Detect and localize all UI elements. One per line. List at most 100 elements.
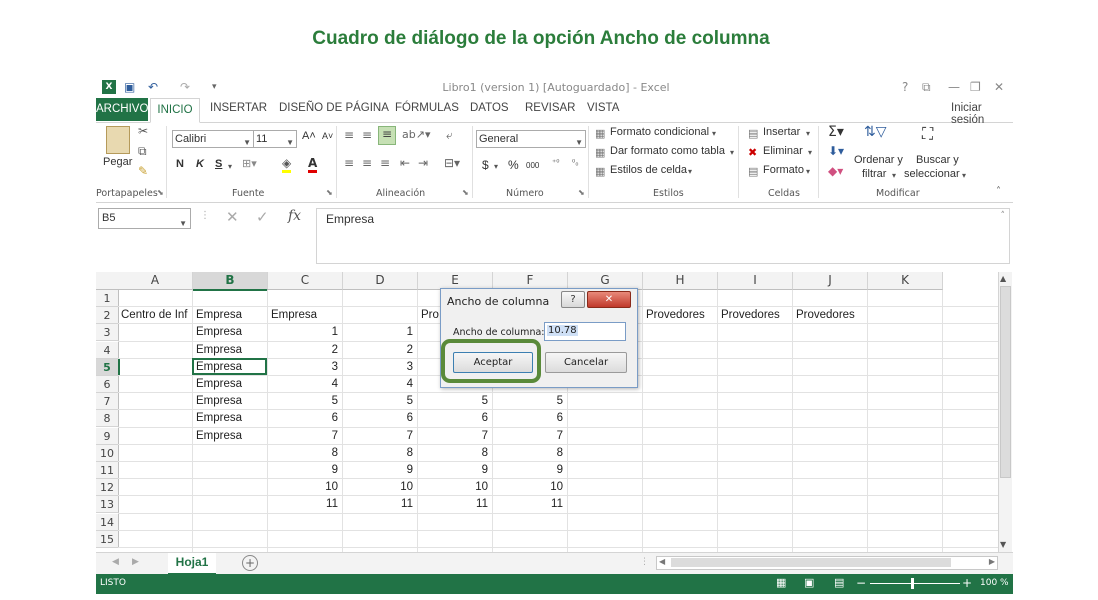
row-header-9[interactable]: 9: [96, 427, 119, 445]
tab-formulas[interactable]: FÓRMULAS: [395, 102, 459, 114]
number-format-select[interactable]: General ▼: [476, 130, 586, 148]
cell-d13[interactable]: 11: [346, 496, 413, 513]
cancel-button[interactable]: Cancelar: [545, 352, 627, 373]
autosum-icon[interactable]: Σ▾: [828, 124, 844, 140]
row-header-5[interactable]: 5: [96, 358, 120, 376]
cell-e7[interactable]: 5: [421, 393, 488, 410]
fill-color-icon[interactable]: ◈: [282, 156, 292, 173]
sort-filter-label-1[interactable]: Ordenar y: [854, 154, 903, 166]
chevron-down-icon[interactable]: ▾: [806, 129, 810, 138]
column-header-d[interactable]: D: [343, 272, 418, 290]
column-header-k[interactable]: K: [868, 272, 943, 290]
copy-icon[interactable]: ⧉: [138, 144, 147, 159]
percent-button[interactable]: %: [508, 158, 519, 172]
chevron-down-icon[interactable]: ▾: [892, 171, 896, 180]
currency-button[interactable]: $: [482, 158, 489, 172]
add-sheet-button[interactable]: +: [242, 555, 258, 571]
font-color-icon[interactable]: A: [308, 156, 318, 173]
select-all-corner[interactable]: [96, 272, 119, 290]
chevron-down-icon[interactable]: ▾: [688, 167, 692, 176]
active-cell-outline[interactable]: [192, 357, 267, 375]
launcher-icon[interactable]: ⬊: [578, 188, 585, 197]
cell-j2[interactable]: Provedores: [796, 307, 863, 324]
cell-b2[interactable]: Empresa: [196, 307, 263, 324]
name-box[interactable]: B5 ▼: [98, 208, 191, 229]
align-middle-icon[interactable]: ≡: [362, 128, 372, 142]
cell-a2[interactable]: Centro de Info: [121, 307, 188, 324]
thousands-button[interactable]: 000: [526, 161, 539, 170]
zoom-slider-thumb[interactable]: [911, 578, 914, 589]
row-header-4[interactable]: 4: [96, 341, 119, 359]
column-header-i[interactable]: I: [718, 272, 793, 290]
cell-styles-button[interactable]: Estilos de celda: [610, 164, 687, 176]
tab-inicio[interactable]: INICIO: [150, 98, 200, 123]
row-header-13[interactable]: 13: [96, 496, 119, 514]
cell-i2[interactable]: Provedores: [721, 307, 788, 324]
ribbon-display-icon[interactable]: ⧉: [922, 80, 931, 95]
row-header-8[interactable]: 8: [96, 410, 119, 428]
row-header-6[interactable]: 6: [96, 376, 119, 393]
zoom-slider[interactable]: [870, 583, 960, 584]
delete-button[interactable]: Eliminar: [763, 145, 803, 157]
cell-e12[interactable]: 10: [421, 479, 488, 496]
cell-f9[interactable]: 7: [496, 428, 563, 445]
cell-f8[interactable]: 6: [496, 410, 563, 427]
sheet-tab-hoja1[interactable]: Hoja1: [168, 553, 216, 575]
dialog-close-button[interactable]: ✕: [587, 291, 631, 308]
row-header-3[interactable]: 3: [96, 324, 119, 342]
cell-c5[interactable]: 3: [271, 359, 338, 376]
cell-c11[interactable]: 9: [271, 462, 338, 479]
column-header-b[interactable]: B: [193, 272, 268, 291]
cell-b3[interactable]: Empresa: [196, 324, 263, 341]
column-header-j[interactable]: J: [793, 272, 868, 290]
decrease-font-icon[interactable]: A˅: [322, 131, 333, 141]
format-painter-icon[interactable]: ✎: [138, 164, 148, 178]
row-header-14[interactable]: 14: [96, 513, 119, 531]
row-header-1[interactable]: 1: [96, 290, 119, 307]
merge-center-icon[interactable]: ⊟▾: [444, 156, 460, 170]
cell-e8[interactable]: 6: [421, 410, 488, 427]
cell-d11[interactable]: 9: [346, 462, 413, 479]
row-header-10[interactable]: 10: [96, 444, 119, 462]
cell-c8[interactable]: 6: [271, 410, 338, 427]
cell-f13[interactable]: 11: [496, 496, 563, 513]
save-icon[interactable]: ▣: [124, 80, 135, 94]
find-select-label-1[interactable]: Buscar y: [916, 154, 959, 166]
chevron-down-icon[interactable]: ▾: [712, 129, 716, 138]
conditional-format-button[interactable]: Formato condicional: [610, 126, 709, 138]
tab-datos[interactable]: DATOS: [470, 102, 509, 114]
cell-d8[interactable]: 6: [346, 410, 413, 427]
cell-d9[interactable]: 7: [346, 428, 413, 445]
cancel-formula-icon[interactable]: ✕: [226, 208, 239, 226]
normal-view-icon[interactable]: ▦: [776, 576, 786, 589]
cell-c3[interactable]: 1: [271, 324, 338, 341]
borders-icon[interactable]: ⊞▾: [242, 157, 257, 170]
column-header-c[interactable]: C: [268, 272, 343, 290]
expand-formula-icon[interactable]: ˄: [1001, 211, 1006, 221]
italic-button[interactable]: K: [196, 158, 204, 170]
tab-vista[interactable]: VISTA: [587, 102, 619, 114]
find-select-label-2[interactable]: seleccionar: [904, 168, 960, 180]
cell-f10[interactable]: 8: [496, 445, 563, 462]
customize-qa-icon[interactable]: ▾: [212, 82, 217, 92]
cell-c10[interactable]: 8: [271, 445, 338, 462]
column-width-input[interactable]: 10.78: [544, 322, 626, 341]
cell-d4[interactable]: 2: [346, 342, 413, 359]
prev-sheet-icon[interactable]: ◀: [112, 557, 119, 567]
paste-icon[interactable]: [106, 126, 130, 154]
redo-icon[interactable]: ↷: [180, 80, 190, 94]
launcher-icon[interactable]: ⬊: [157, 188, 164, 197]
tab-diseno-pagina[interactable]: DISEÑO DE PÁGINA: [279, 102, 389, 114]
clear-icon[interactable]: ◆▾: [828, 164, 843, 178]
cell-f7[interactable]: 5: [496, 393, 563, 410]
scroll-thumb[interactable]: [671, 558, 951, 567]
cell-c12[interactable]: 10: [271, 479, 338, 496]
launcher-icon[interactable]: ⬊: [326, 188, 333, 197]
row-header-12[interactable]: 12: [96, 479, 119, 497]
chevron-down-icon[interactable]: ▾: [228, 162, 232, 171]
insert-function-button[interactable]: fx: [288, 208, 301, 224]
increase-decimal-icon[interactable]: ⁺⁰: [552, 158, 559, 167]
cell-b6[interactable]: Empresa: [196, 376, 263, 393]
cell-h2[interactable]: Provedores: [646, 307, 713, 324]
increase-indent-icon[interactable]: ⇥: [418, 156, 428, 170]
